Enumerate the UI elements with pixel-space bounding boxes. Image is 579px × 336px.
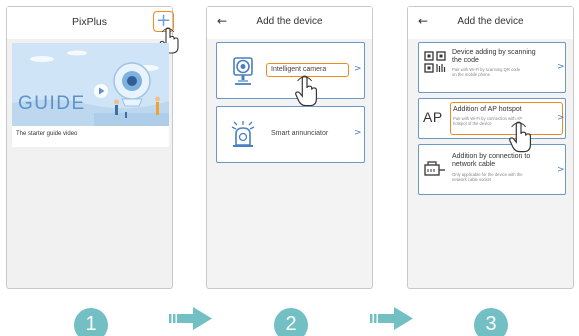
step-indicator-3: 3 <box>474 308 508 336</box>
device-type-label: Smart annunciator <box>271 129 329 137</box>
qr-code-icon <box>424 51 446 73</box>
chevron-right-icon: > <box>557 165 565 175</box>
tap-hand-icon <box>509 121 532 153</box>
annunciator-icon <box>231 121 255 147</box>
guide-video-thumbnail[interactable]: GUIDE <box>12 43 169 126</box>
app-title: PixPlus <box>71 16 107 28</box>
step-number: 2 <box>285 313 297 335</box>
header: ← Add the device <box>408 7 573 39</box>
chevron-right-icon: > <box>557 113 565 123</box>
option-ap-hotspot[interactable]: AP Addition of AP hotspot Pair with Wi-F… <box>418 98 566 139</box>
tap-hand-icon <box>295 75 318 107</box>
step-number: 3 <box>485 313 497 335</box>
chevron-right-icon: > <box>354 128 362 138</box>
header: PixPlus + <box>7 7 174 39</box>
ap-hotspot-icon: AP <box>423 109 443 125</box>
step-number: 1 <box>85 313 97 335</box>
screen-add-device: ← Add the device Intelligent camera > Sm… <box>206 6 373 289</box>
guide-title-graphic: GUIDE <box>18 93 86 114</box>
page-title: Add the device <box>256 16 323 27</box>
option-network-cable[interactable]: Addition by connection to network cable … <box>418 144 566 195</box>
device-type-label: Intelligent camera <box>271 65 327 73</box>
network-cable-icon <box>424 161 445 176</box>
device-type-camera[interactable]: Intelligent camera > <box>216 42 365 99</box>
option-title: Addition of AP hotspot <box>453 106 522 113</box>
device-type-annunciator[interactable]: Smart annunciator > <box>216 106 365 163</box>
guide-caption: The starter guide video <box>16 131 78 137</box>
step-indicator-2: 2 <box>274 308 308 336</box>
option-description-line2: hotspot of the device <box>453 121 492 126</box>
option-description-line2: on the mobile phone <box>452 72 490 77</box>
header: ← Add the device <box>207 7 372 39</box>
page-title: Add the device <box>457 16 524 27</box>
option-description-line2: network cable socket <box>452 177 492 182</box>
option-scan-qr[interactable]: Device adding by scanning the code Pair … <box>418 42 566 93</box>
chevron-right-icon: > <box>557 62 565 72</box>
chevron-right-icon: > <box>354 64 362 74</box>
camera-icon <box>233 57 253 85</box>
screen-home: PixPlus + GUIDE The starter guide video <box>6 6 179 289</box>
screen-add-method: ← Add the device Device adding by scanni… <box>407 6 574 289</box>
next-step-arrow-icon <box>169 307 212 330</box>
guide-video-card[interactable]: GUIDE The starter guide video <box>12 43 169 147</box>
option-title-line2: network cable <box>452 161 496 168</box>
option-title: Addition by connection to <box>452 153 531 160</box>
option-title-line2: the code <box>452 57 479 64</box>
step-indicator-1: 1 <box>74 308 108 336</box>
option-title: Device adding by scanning <box>452 49 536 56</box>
next-step-arrow-icon <box>370 307 413 330</box>
